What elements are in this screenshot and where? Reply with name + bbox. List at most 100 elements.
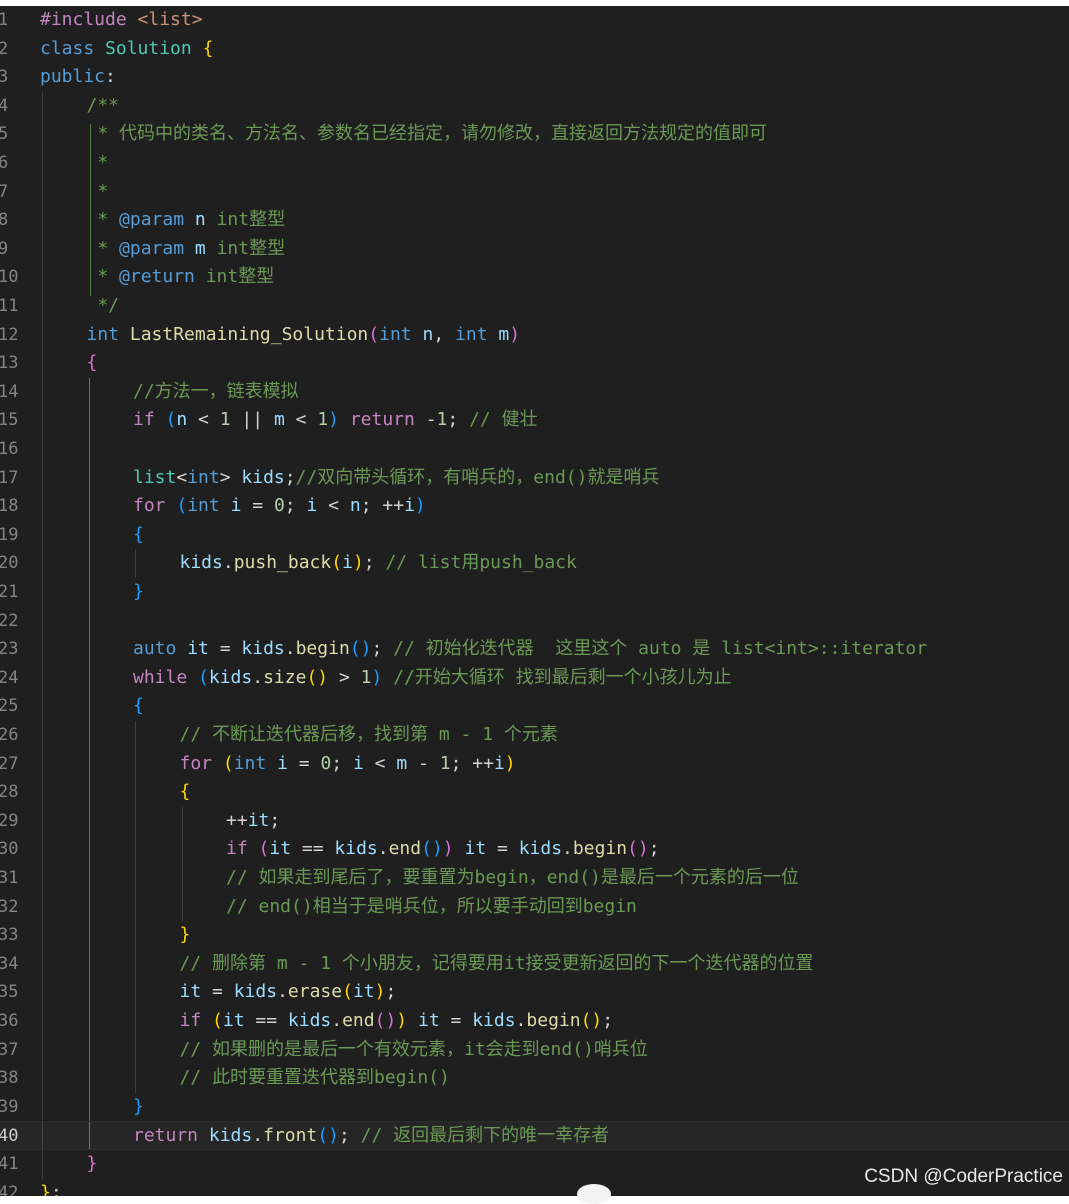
code-text[interactable]: //方法一，链表模拟 — [133, 378, 299, 407]
code-line[interactable]: 3 public: — [0, 63, 1069, 92]
code-line[interactable]: 27 for (int i = 0; i < m - 1; ++i) — [0, 750, 1069, 779]
code-line[interactable]: 29 ++it; — [0, 807, 1069, 836]
code-text[interactable]: int LastRemaining_Solution(int n, int m) — [87, 321, 521, 350]
code-text[interactable]: class Solution { — [40, 35, 213, 64]
line-number: 34 — [0, 953, 19, 974]
code-text[interactable]: { — [133, 692, 144, 721]
code-text[interactable]: // 此时要重置迭代器到begin() — [180, 1064, 450, 1093]
code-line[interactable]: 35 it = kids.erase(it); — [0, 978, 1069, 1007]
line-number: 19 — [0, 524, 19, 545]
code-line[interactable]: 15 if (n < 1 || m < 1) return -1; // 健壮 — [0, 406, 1069, 435]
code-token: while — [133, 666, 199, 688]
code-text[interactable]: #include <list> — [40, 6, 203, 35]
code-text[interactable]: // 删除第 m - 1 个小朋友，记得要用it接受更新返回的下一个迭代器的位置 — [180, 950, 814, 979]
code-line[interactable]: 23 auto it = kids.begin(); // 初始化迭代器 这里这个… — [0, 635, 1069, 664]
code-line[interactable]: 37 // 如果删的是最后一个有效元素，it会走到end()哨兵位 — [0, 1036, 1069, 1065]
code-line[interactable]: 19 { — [0, 521, 1069, 550]
code-text[interactable]: // 不断让迭代器后移，找到第 m - 1 个元素 — [180, 721, 558, 750]
code-text[interactable]: while (kids.size() > 1) //开始大循环 找到最后剩一个小… — [133, 664, 732, 693]
code-text[interactable]: auto it = kids.begin(); // 初始化迭代器 这里这个 a… — [133, 635, 927, 664]
code-line[interactable]: 21} — [0, 578, 1069, 607]
code-text[interactable]: /** — [87, 92, 120, 121]
code-text[interactable]: * — [87, 149, 108, 178]
code-line[interactable]: 1 #include <list> — [0, 6, 1069, 35]
code-text[interactable]: * — [87, 178, 108, 207]
code-line[interactable]: 16 — [0, 435, 1069, 464]
code-line[interactable]: 5 * 代码中的类名、方法名、参数名已经指定，请勿修改，直接返回方法规定的值即可 — [0, 120, 1069, 149]
code-text[interactable]: } — [87, 1150, 98, 1179]
code-token: || — [241, 409, 274, 431]
code-token: 1 — [439, 752, 451, 774]
code-text[interactable]: if (it == kids.end()) it = kids.begin(); — [180, 1007, 614, 1036]
code-line[interactable]: 24 while (kids.size() > 1) //开始大循环 找到最后剩一… — [0, 664, 1069, 693]
code-text[interactable]: */ — [87, 292, 119, 321]
code-line[interactable]: 14 //方法一，链表模拟 — [0, 378, 1069, 407]
code-line[interactable]: 18 for (int i = 0; i < n; ++i) — [0, 492, 1069, 521]
code-text[interactable]: ++it; — [226, 807, 280, 836]
code-line[interactable]: 7 * — [0, 178, 1069, 207]
code-line[interactable]: 26 // 不断让迭代器后移，找到第 m - 1 个元素 — [0, 721, 1069, 750]
line-number: 36 — [0, 1011, 19, 1031]
code-text[interactable]: * 代码中的类名、方法名、参数名已经指定，请勿修改，直接返回方法规定的值即可 — [87, 120, 767, 149]
code-line[interactable]: 30 if (it == kids.end()) it = kids.begin(… — [0, 835, 1069, 864]
code-line[interactable]: 25 { — [0, 692, 1069, 721]
code-line[interactable]: 40 return kids.front(); // 返回最后剩下的唯一幸存者 — [0, 1121, 1069, 1150]
code-line[interactable]: 6 * — [0, 149, 1069, 178]
code-text[interactable]: } — [133, 1093, 144, 1122]
code-line[interactable]: 31 // 如果走到尾后了，要重置为begin，end()是最后一个元素的后一位 — [0, 864, 1069, 893]
code-line[interactable]: 17 list<int> kids;//双向带头循环，有哨兵的，end()就是哨兵 — [0, 464, 1069, 493]
code-line[interactable]: 13 { — [0, 349, 1069, 378]
code-text[interactable]: for (int i = 0; i < n; ++i) — [133, 492, 426, 521]
code-line[interactable]: 22 — [0, 607, 1069, 636]
code-line[interactable]: 4 /** — [0, 92, 1069, 121]
code-line[interactable]: 32 // end()相当于是哨兵位，所以要手动回到begin — [0, 893, 1069, 922]
code-text[interactable]: } — [133, 578, 144, 607]
code-token: it — [269, 838, 302, 860]
code-text[interactable]: { — [180, 778, 191, 807]
code-line[interactable]: 39} — [0, 1093, 1069, 1122]
code-line[interactable]: 11 */ — [0, 292, 1069, 321]
code-text[interactable]: it = kids.erase(it); — [180, 978, 397, 1007]
code-line[interactable]: 38 // 此时要重置迭代器到begin() — [0, 1064, 1069, 1093]
code-editor[interactable]: 1 #include <list> 2 class Solution {3 public… — [0, 6, 1069, 1196]
code-token: - — [418, 752, 440, 774]
code-line[interactable]: 10 * @return int整型 — [0, 263, 1069, 292]
code-line[interactable]: 2 class Solution { — [0, 35, 1069, 64]
code-line[interactable]: 28 { — [0, 778, 1069, 807]
code-token: 1 — [436, 409, 448, 431]
code-token: // 此时要重置迭代器到begin() — [179, 1067, 450, 1089]
code-line[interactable]: 8 * @param n int整型 — [0, 206, 1069, 235]
code-line[interactable]: 36 if (it == kids.end()) it = kids.begin(… — [0, 1007, 1069, 1036]
code-text[interactable]: // end()相当于是哨兵位，所以要手动回到begin — [226, 893, 637, 922]
code-token: ++ — [472, 752, 494, 774]
code-line[interactable]: 34 // 删除第 m - 1 个小朋友，记得要用it接受更新返回的下一个迭代器的… — [0, 950, 1069, 979]
code-text[interactable]: * @return int整型 — [87, 263, 274, 292]
code-token: = — [450, 1010, 473, 1031]
code-text[interactable]: * @param n int整型 — [87, 206, 285, 235]
code-text[interactable]: { — [87, 349, 98, 378]
code-token: kids — [472, 1010, 516, 1031]
code-text[interactable]: // 如果走到尾后了，要重置为begin，end()是最后一个元素的后一位 — [226, 864, 799, 893]
code-text[interactable]: // 如果删的是最后一个有效元素，it会走到end()哨兵位 — [180, 1036, 648, 1065]
code-line[interactable]: 20 kids.push_back(i); // list用push_back — [0, 549, 1069, 578]
code-token: () — [317, 1125, 339, 1147]
code-text[interactable]: { — [133, 521, 144, 550]
code-text[interactable]: public: — [40, 63, 116, 92]
code-text[interactable]: for (int i = 0; i < m - 1; ++i) — [180, 750, 516, 779]
code-token: 0 — [273, 495, 285, 517]
code-text[interactable]: if (it == kids.end()) it = kids.begin(); — [226, 835, 660, 864]
code-text[interactable]: return kids.front(); // 返回最后剩下的唯一幸存者 — [133, 1122, 609, 1151]
code-token: . — [252, 1125, 264, 1147]
code-text[interactable]: if (n < 1 || m < 1) return -1; // 健壮 — [133, 406, 538, 435]
code-text[interactable]: list<int> kids;//双向带头循环，有哨兵的，end()就是哨兵 — [133, 464, 659, 493]
code-text[interactable]: kids.push_back(i); // list用push_back — [180, 549, 577, 578]
code-line[interactable]: 12 int LastRemaining_Solution(int n, int … — [0, 321, 1069, 350]
code-token: auto — [133, 638, 188, 660]
code-line[interactable]: 33} — [0, 921, 1069, 950]
code-token: 1 — [317, 409, 329, 431]
code-line[interactable]: 9 * @param m int整型 — [0, 235, 1069, 264]
line-number: 23 — [0, 639, 19, 660]
code-text[interactable]: } — [180, 921, 191, 950]
code-text[interactable]: * @param m int整型 — [87, 235, 285, 264]
code-text[interactable]: }; — [40, 1179, 62, 1196]
